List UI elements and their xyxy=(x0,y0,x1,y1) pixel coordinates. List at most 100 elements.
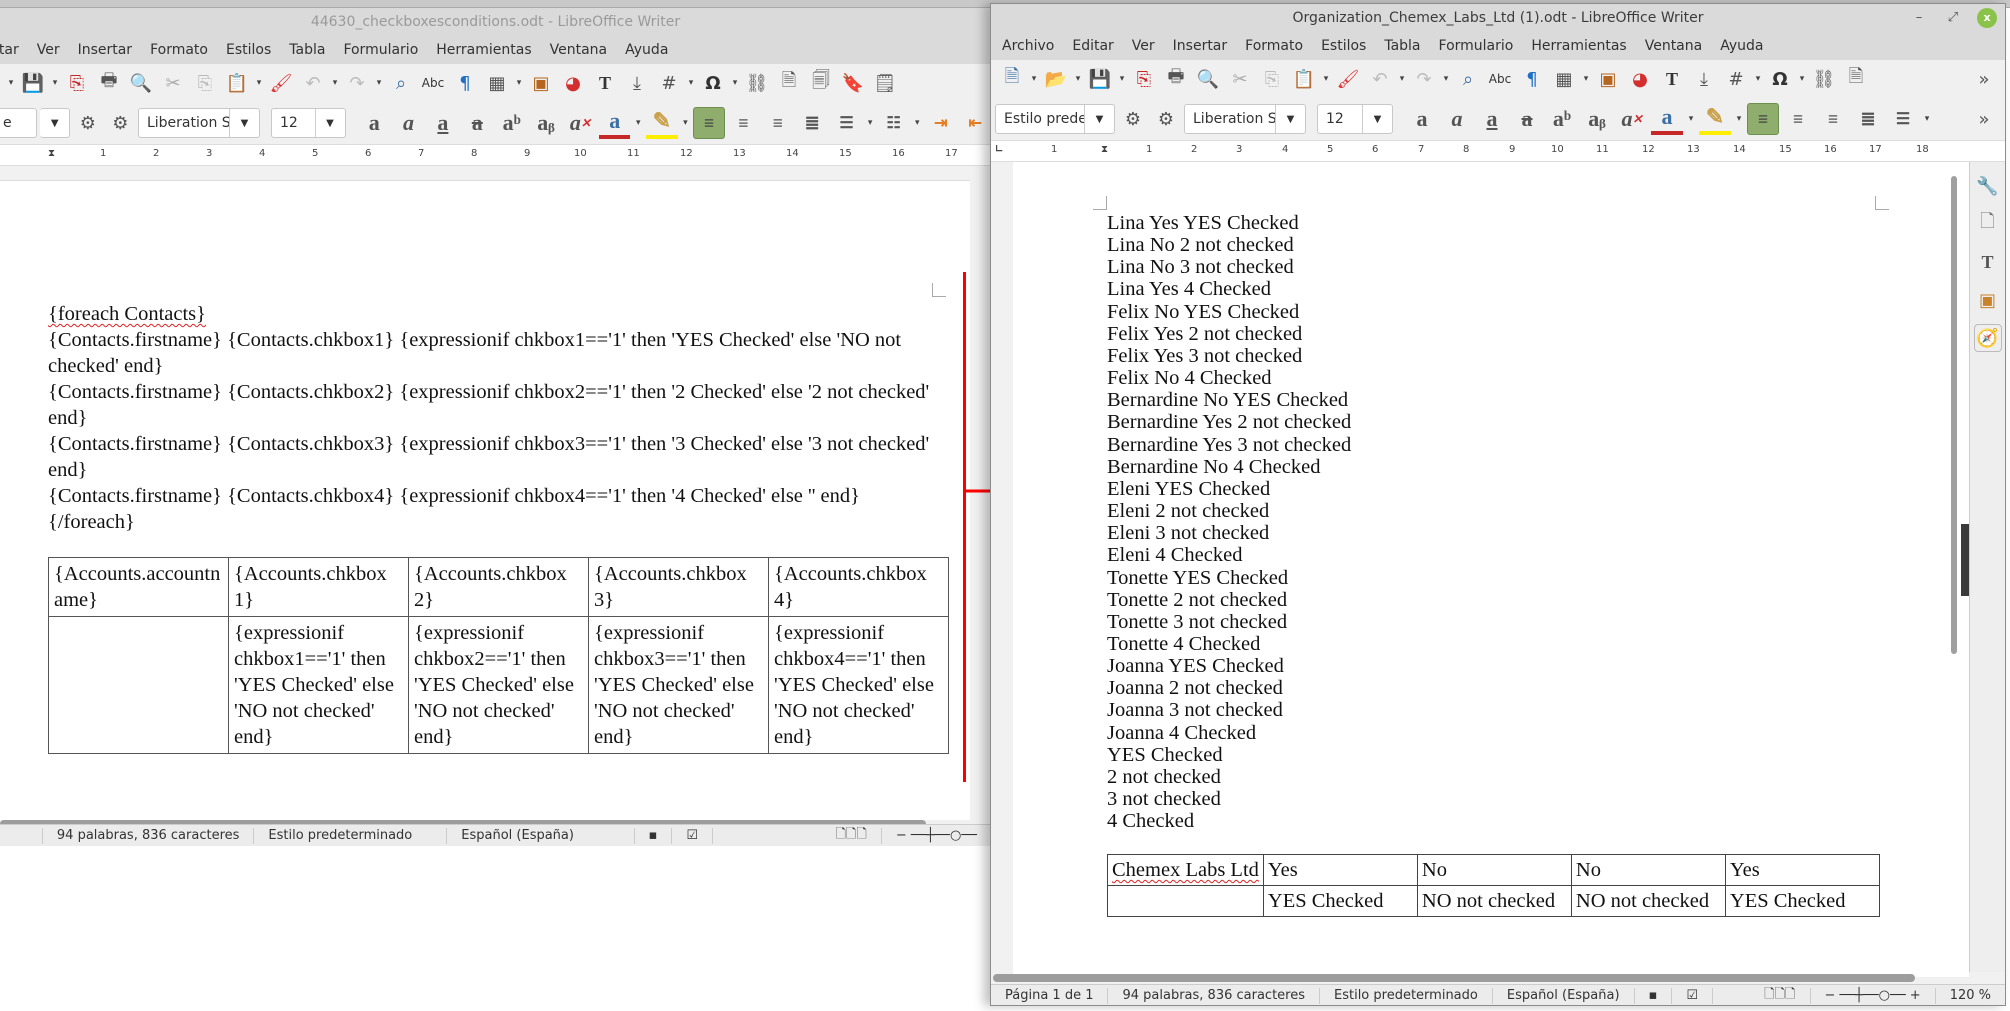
page-number[interactable]: Página 1 de 1 xyxy=(991,987,1109,1004)
cut-icon[interactable]: ✂ xyxy=(1225,64,1255,94)
bold-icon[interactable]: a xyxy=(1406,103,1438,135)
ruler-indent-marker[interactable]: ⧗ xyxy=(1101,144,1108,155)
dropdown-arrow-icon[interactable]: ▾ xyxy=(1397,74,1407,84)
template-text[interactable]: {foreach Contacts} {Contacts.firstname} … xyxy=(48,301,948,535)
highlight-color-icon[interactable]: ✎ xyxy=(646,107,678,139)
menu-ver[interactable]: Ver xyxy=(28,42,69,58)
find-replace-icon[interactable]: ⌕ xyxy=(1453,64,1483,94)
subscript-icon[interactable]: aᵦ xyxy=(530,107,561,139)
dropdown-arrow-icon[interactable]: ▾ xyxy=(254,78,264,88)
dropdown-arrow-icon[interactable]: ▾ xyxy=(1117,74,1127,84)
paragraph-style-dropdown[interactable]: ▼ xyxy=(40,108,71,138)
paragraph-style-combo[interactable]: e xyxy=(0,108,38,138)
ruler-indent-marker[interactable]: ⧗ xyxy=(48,148,55,159)
table-cell[interactable]: {expressionif chkbox1=='1' then 'YES Che… xyxy=(228,616,409,754)
export-pdf-icon[interactable]: ⎘ xyxy=(62,68,92,98)
dropdown-arrow-icon[interactable]: ▾ xyxy=(730,78,740,88)
cut-icon[interactable]: ✂ xyxy=(158,68,188,98)
left-ruler[interactable]: ⧗ 1 2 3 4 5 6 7 8 9 10 11 12 13 14 15 16… xyxy=(0,144,991,166)
italic-icon[interactable]: a xyxy=(1441,103,1473,135)
dropdown-arrow-icon[interactable]: ▾ xyxy=(1581,74,1591,84)
dropdown-arrow-icon[interactable]: ▾ xyxy=(633,118,643,128)
table-cell[interactable]: {Accounts.chkbox1} xyxy=(228,557,409,617)
doc-signature-icon[interactable]: ☑ xyxy=(672,827,714,844)
spelling-icon[interactable]: Abc xyxy=(1485,64,1515,94)
table-cell[interactable]: NO not checked xyxy=(1416,885,1572,917)
chevron-down-icon[interactable]: ▼ xyxy=(1084,105,1114,133)
styles-icon[interactable]: T xyxy=(1974,248,2002,276)
menu-herramientas[interactable]: Herramientas xyxy=(427,42,540,58)
chevron-down-icon[interactable]: ▼ xyxy=(314,109,345,137)
zoom-level[interactable]: 120 % xyxy=(1936,988,2005,1004)
insert-table-icon[interactable]: ▦ xyxy=(482,68,512,98)
page-icon[interactable]: 🗋 xyxy=(1974,210,2002,238)
menu-archivo[interactable]: Archivo xyxy=(993,38,1063,54)
menu-estilos[interactable]: Estilos xyxy=(217,42,280,58)
save-icon[interactable]: 💾 xyxy=(18,68,48,98)
menu-ventana[interactable]: Ventana xyxy=(1636,38,1712,54)
new-style-icon[interactable]: ⚙ xyxy=(1151,104,1181,134)
dropdown-arrow-icon[interactable]: ▾ xyxy=(1029,74,1039,84)
doc-signature-icon[interactable]: ☑ xyxy=(1672,987,1714,1004)
copy-icon[interactable]: ⎘ xyxy=(1257,64,1287,94)
paragraph-style-combo[interactable]: Estilo prede ▼ xyxy=(995,104,1115,134)
formatting-marks-icon[interactable]: ¶ xyxy=(1517,64,1547,94)
formatting-marks-icon[interactable]: ¶ xyxy=(450,68,480,98)
justify-icon[interactable]: ≣ xyxy=(796,107,827,139)
chevron-down-icon[interactable]: ▼ xyxy=(1362,105,1392,133)
font-name-combo[interactable]: Liberation S ▼ xyxy=(137,108,260,138)
page-break-icon[interactable]: ⤓ xyxy=(622,68,652,98)
bullet-list-icon[interactable]: ☰ xyxy=(831,107,862,139)
clone-formatting-icon[interactable]: 🖌 xyxy=(266,68,296,98)
chevron-down-icon[interactable]: ▼ xyxy=(1275,105,1305,133)
strikethrough-icon[interactable]: a xyxy=(1511,103,1543,135)
table-cell[interactable]: {expressionif chkbox4=='1' then 'YES Che… xyxy=(768,616,949,754)
page-break-icon[interactable]: ⤓ xyxy=(1689,64,1719,94)
view-layout-icons[interactable]: 🗋🗋🗋 xyxy=(1713,987,1811,1004)
language[interactable]: Español (España) xyxy=(1493,987,1635,1004)
insert-field-icon[interactable]: # xyxy=(654,68,684,98)
update-style-icon[interactable]: ⚙ xyxy=(73,108,102,138)
sidebar-collapse-handle[interactable] xyxy=(1961,524,1969,596)
table-cell[interactable]: No xyxy=(1416,854,1572,886)
template-table[interactable]: {Accounts.accountname} {Accounts.chkbox1… xyxy=(48,557,949,754)
update-style-icon[interactable]: ⚙ xyxy=(1118,104,1148,134)
footnote-icon[interactable]: 🗎 xyxy=(774,68,804,98)
export-pdf-icon[interactable]: ⎘ xyxy=(1129,64,1159,94)
menu-formato[interactable]: Formato xyxy=(1236,38,1312,54)
hyperlink-icon[interactable]: ⛓ xyxy=(1809,64,1839,94)
redo-icon[interactable]: ↷ xyxy=(342,68,372,98)
footnote-icon[interactable]: 🗎 xyxy=(1841,64,1871,94)
dropdown-arrow-icon[interactable]: ▾ xyxy=(1686,114,1696,124)
chevron-down-icon[interactable]: ▼ xyxy=(228,109,259,137)
paste-icon[interactable]: 📋 xyxy=(222,68,252,98)
right-document-page[interactable]: Lina Yes YES Checked Lina No 2 not checke… xyxy=(1013,162,1969,977)
view-layout-icons[interactable]: 🗋🗋🗋 xyxy=(713,827,882,844)
menu-ayuda[interactable]: Ayuda xyxy=(616,42,677,58)
navigator-icon[interactable]: 🧭 xyxy=(1973,324,2002,352)
dropdown-arrow-icon[interactable]: ▾ xyxy=(686,78,696,88)
table-cell[interactable]: {Accounts.chkbox3} xyxy=(588,557,769,617)
new-document-icon[interactable]: 🗎 xyxy=(997,64,1027,94)
table-cell[interactable] xyxy=(48,616,229,754)
superscript-icon[interactable]: aᵇ xyxy=(1546,103,1578,135)
dropdown-arrow-icon[interactable]: ▾ xyxy=(681,118,691,128)
special-character-icon[interactable]: Ω xyxy=(1765,64,1795,94)
table-cell[interactable]: No xyxy=(1570,854,1726,886)
menu-formulario[interactable]: Formulario xyxy=(334,42,427,58)
comment-icon[interactable]: 🗐 xyxy=(806,68,836,98)
special-character-icon[interactable]: Ω xyxy=(698,68,728,98)
right-horizontal-scrollbar[interactable] xyxy=(993,974,1915,982)
tab-type-icon[interactable]: ∟ xyxy=(995,144,1003,155)
font-name-combo[interactable]: Liberation S ▼ xyxy=(1184,104,1306,134)
paste-icon[interactable]: 📋 xyxy=(1289,64,1319,94)
merged-output-text[interactable]: Lina Yes YES Checked Lina No 2 not checke… xyxy=(1107,212,1351,832)
more-formatting-icon[interactable]: » xyxy=(1969,104,1999,134)
copy-icon[interactable]: ⎘ xyxy=(190,68,220,98)
find-replace-icon[interactable]: ⌕ xyxy=(386,68,416,98)
dropdown-arrow-icon[interactable]: ▾ xyxy=(1441,74,1451,84)
dropdown-arrow-icon[interactable]: ▾ xyxy=(50,78,60,88)
page-style[interactable]: Estilo predeterminado xyxy=(1320,987,1493,1004)
menu-ventana[interactable]: Ventana xyxy=(541,42,617,58)
table-cell[interactable]: YES Checked xyxy=(1262,885,1418,917)
